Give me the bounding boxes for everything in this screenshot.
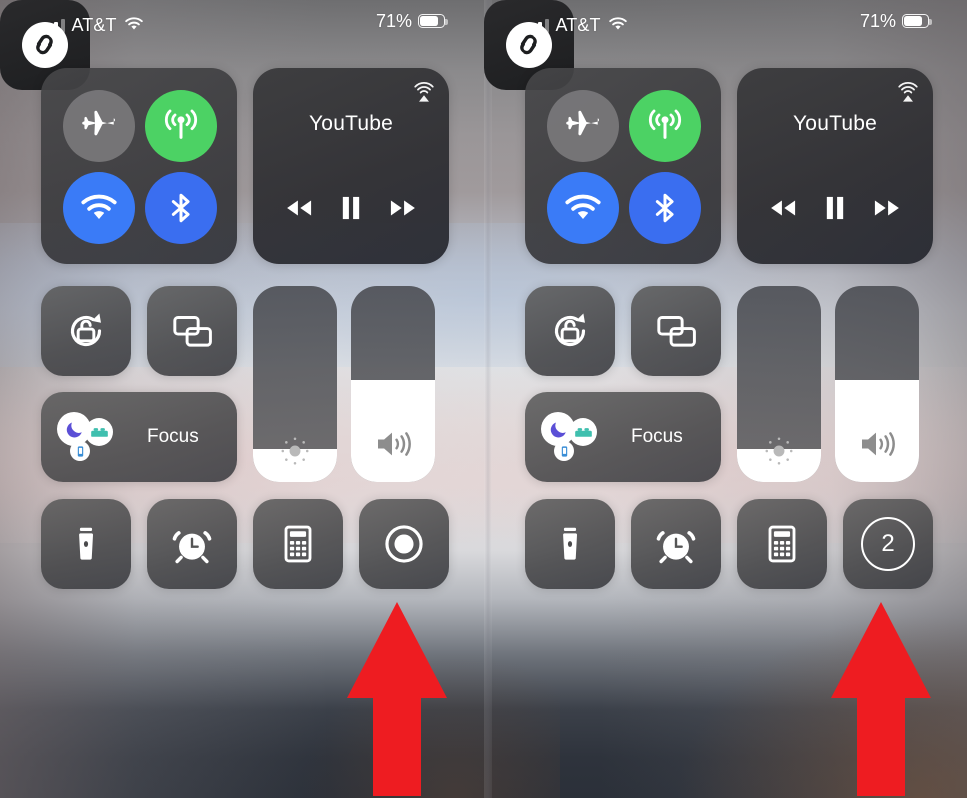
- alarm-clock-icon: [167, 519, 217, 569]
- timer-button[interactable]: [631, 499, 721, 589]
- screenshot-stage: AT&T 71% YouTube Focus AT&T 71% YouTube …: [0, 0, 967, 798]
- rewind-icon: [766, 197, 800, 219]
- record-icon: [379, 519, 429, 569]
- flashlight-button[interactable]: [41, 499, 131, 589]
- cellular-icon: [161, 106, 201, 146]
- flashlight-icon: [63, 521, 109, 567]
- rewind-button[interactable]: [766, 197, 800, 224]
- bed-icon: [85, 418, 113, 446]
- bluetooth-icon: [648, 191, 682, 225]
- signal-strength-icon: [525, 19, 549, 33]
- play-pause-button[interactable]: [339, 194, 363, 227]
- fast-forward-button[interactable]: [870, 197, 904, 224]
- status-bar: AT&T 71%: [0, 0, 484, 44]
- screen-recording-button[interactable]: 2: [843, 499, 933, 589]
- battery-icon: [418, 14, 448, 28]
- focus-label: Focus: [631, 426, 683, 447]
- airplay-icon[interactable]: [411, 80, 437, 106]
- bluetooth-icon: [164, 191, 198, 225]
- screen-mirroring-button[interactable]: [147, 286, 237, 376]
- carrier-label: AT&T: [71, 15, 117, 35]
- airplane-mode-button[interactable]: [63, 90, 135, 162]
- now-playing-app-label: YouTube: [793, 112, 877, 135]
- control-center-panel-left: AT&T 71% YouTube Focus: [0, 0, 484, 798]
- screen-recording-button[interactable]: [359, 499, 449, 589]
- fast-forward-icon: [386, 197, 420, 219]
- brightness-icon: [278, 434, 312, 468]
- brightness-icon: [762, 434, 796, 468]
- cellular-icon: [645, 106, 685, 146]
- now-playing-app-label: YouTube: [309, 112, 393, 135]
- play-pause-button[interactable]: [823, 194, 847, 227]
- battery-icon: [902, 14, 932, 28]
- focus-icon-stack: [57, 412, 125, 464]
- focus-button[interactable]: Focus: [525, 392, 721, 482]
- calculator-button[interactable]: [253, 499, 343, 589]
- alarm-clock-icon: [651, 519, 701, 569]
- connectivity-cluster: [525, 68, 721, 264]
- rotation-lock-icon: [543, 304, 597, 358]
- status-bar: AT&T 71%: [484, 0, 967, 44]
- red-arrow-up-icon: [345, 600, 449, 798]
- wifi-button[interactable]: [547, 172, 619, 244]
- pause-icon: [823, 194, 847, 222]
- battery-percentage-label: 71%: [375, 11, 412, 31]
- volume-icon: [857, 428, 897, 460]
- recording-countdown-label: 2: [881, 530, 895, 557]
- signal-strength-icon: [41, 19, 65, 33]
- calculator-button[interactable]: [737, 499, 827, 589]
- now-playing-card[interactable]: YouTube: [737, 68, 933, 264]
- volume-icon: [373, 428, 413, 460]
- reading-icon: [554, 441, 574, 461]
- airplane-mode-button[interactable]: [547, 90, 619, 162]
- now-playing-card[interactable]: YouTube: [253, 68, 449, 264]
- pause-icon: [339, 194, 363, 222]
- volume-slider[interactable]: [835, 286, 919, 482]
- rewind-button[interactable]: [282, 197, 316, 224]
- wifi-icon: [124, 14, 144, 34]
- cellular-data-button[interactable]: [145, 90, 217, 162]
- flashlight-icon: [547, 521, 593, 567]
- bluetooth-button[interactable]: [629, 172, 701, 244]
- fast-forward-icon: [870, 197, 904, 219]
- timer-button[interactable]: [147, 499, 237, 589]
- reading-icon: [70, 441, 90, 461]
- focus-label: Focus: [147, 426, 199, 447]
- fast-forward-button[interactable]: [386, 197, 420, 224]
- calculator-icon: [758, 520, 806, 568]
- battery-percentage-label: 71%: [859, 11, 896, 31]
- brightness-slider[interactable]: [737, 286, 821, 482]
- control-center-panel-right: AT&T 71% YouTube Focus 2: [484, 0, 967, 798]
- orientation-lock-button[interactable]: [525, 286, 615, 376]
- carrier-label: AT&T: [555, 15, 601, 35]
- focus-icon-stack: [541, 412, 609, 464]
- bed-icon: [569, 418, 597, 446]
- screen-mirroring-icon: [649, 304, 703, 358]
- wifi-icon: [608, 14, 628, 34]
- red-arrow-up-icon: [829, 600, 933, 798]
- focus-button[interactable]: Focus: [41, 392, 237, 482]
- wifi-button[interactable]: [63, 172, 135, 244]
- cellular-data-button[interactable]: [629, 90, 701, 162]
- volume-slider[interactable]: [351, 286, 435, 482]
- connectivity-cluster: [41, 68, 237, 264]
- airplane-icon: [80, 107, 118, 145]
- bluetooth-button[interactable]: [145, 172, 217, 244]
- screen-mirroring-icon: [165, 304, 219, 358]
- rewind-icon: [282, 197, 316, 219]
- countdown-icon: 2: [861, 517, 915, 571]
- flashlight-button[interactable]: [525, 499, 615, 589]
- wifi-icon: [563, 188, 603, 228]
- screen-mirroring-button[interactable]: [631, 286, 721, 376]
- brightness-slider[interactable]: [253, 286, 337, 482]
- calculator-icon: [274, 520, 322, 568]
- airplay-icon[interactable]: [895, 80, 921, 106]
- wifi-icon: [79, 188, 119, 228]
- orientation-lock-button[interactable]: [41, 286, 131, 376]
- airplane-icon: [564, 107, 602, 145]
- rotation-lock-icon: [59, 304, 113, 358]
